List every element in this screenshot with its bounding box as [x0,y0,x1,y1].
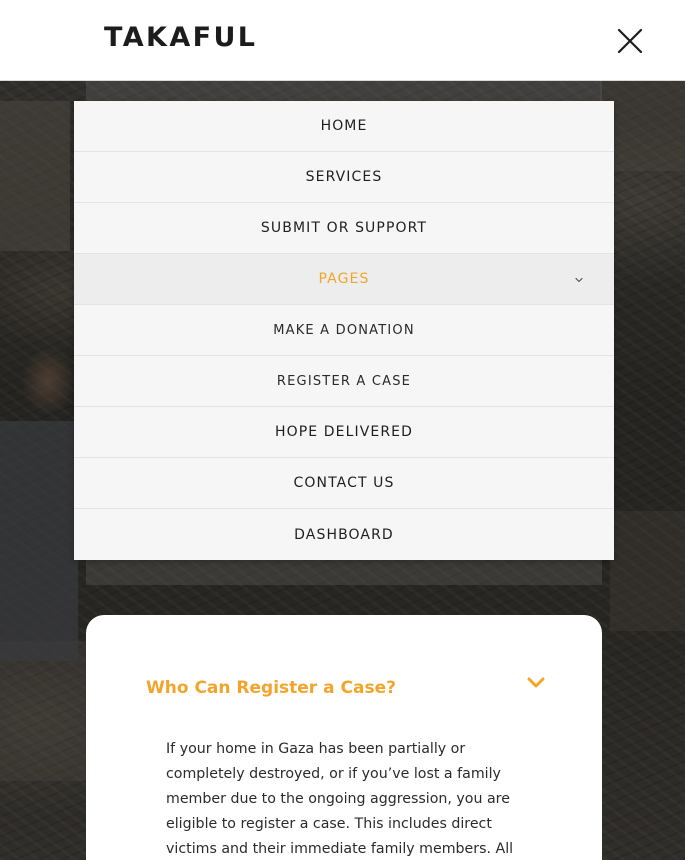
nav-item-label: MAKE A DONATION [273,322,415,338]
nav-item-label: REGISTER A CASE [276,373,412,389]
faq-question[interactable]: Who Can Register a Case? [146,677,396,699]
nav-item-label: PAGES [318,271,370,287]
chevron-down-icon [527,677,545,688]
nav-subitem-register-a-case[interactable]: REGISTER A CASE [74,356,614,407]
nav-item-label: HOME [320,118,368,134]
nav-item-label: CONTACT US [293,475,395,491]
faq-answer: If your home in Gaza has been partially … [166,741,514,857]
nav-item-label: SUBMIT OR SUPPORT [260,220,428,236]
site-header: TAKAFUL [0,0,685,81]
close-menu-button[interactable] [612,23,648,59]
nav-item-contact-us[interactable]: CONTACT US [74,458,614,509]
nav-subitem-make-a-donation[interactable]: MAKE A DONATION [74,305,614,356]
nav-item-label: DASHBOARD [294,526,394,543]
close-icon [617,28,643,54]
chevron-down-icon[interactable] [574,275,584,285]
nav-item-pages[interactable]: PAGES [74,254,614,305]
nav-item-home[interactable]: HOME [74,101,614,152]
mobile-nav-menu: HOME SERVICES SUBMIT OR SUPPORT PAGES MA… [74,101,614,560]
faq-accordion-card: Who Can Register a Case? If your home in… [86,615,602,860]
nav-item-dashboard[interactable]: DASHBOARD [74,509,614,560]
nav-item-label: HOPE DELIVERED [274,424,414,440]
nav-item-services[interactable]: SERVICES [74,152,614,203]
nav-item-label: SERVICES [305,169,383,185]
nav-item-submit-or-support[interactable]: SUBMIT OR SUPPORT [74,203,614,254]
nav-item-hope-delivered[interactable]: HOPE DELIVERED [74,407,614,458]
faq-toggle-button[interactable] [526,675,546,691]
site-logo[interactable]: TAKAFUL [104,20,257,56]
